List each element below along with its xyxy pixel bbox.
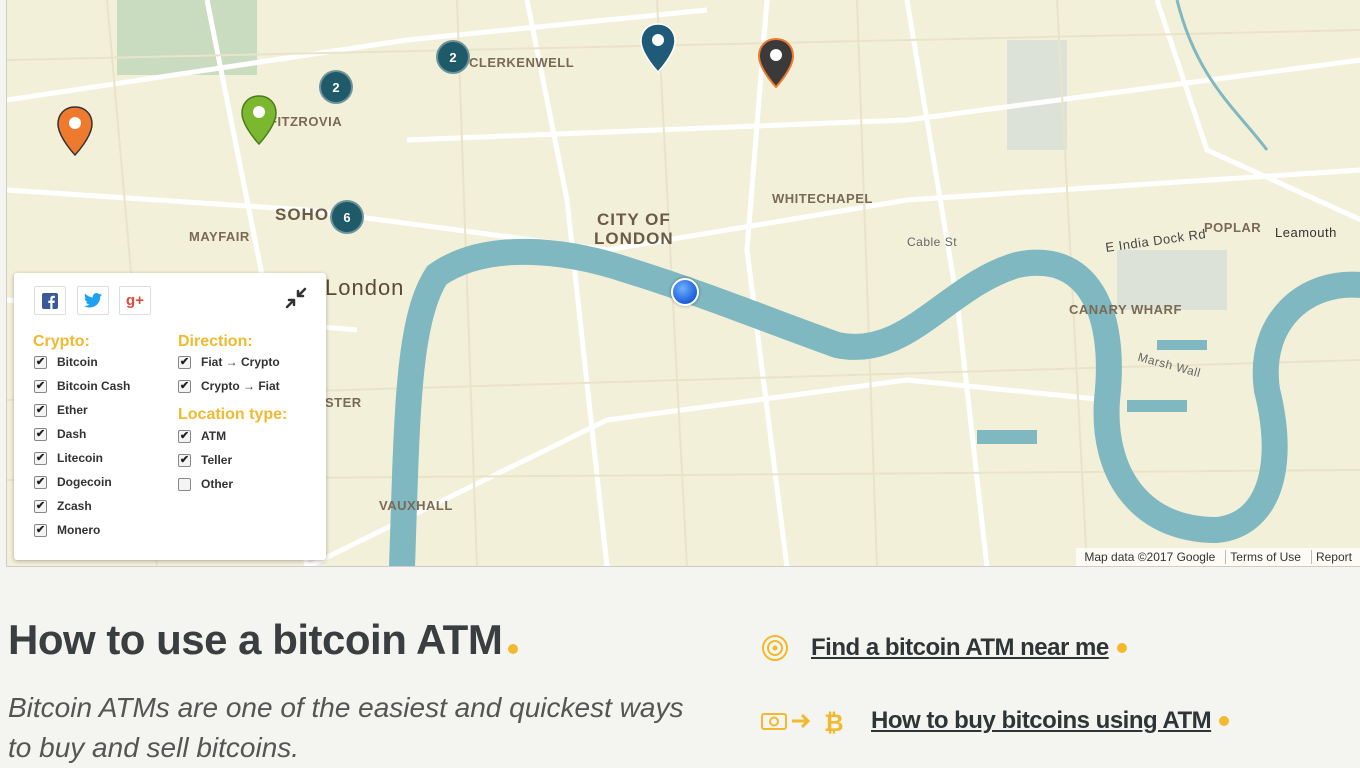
map-data-credit: Map data ©2017 Google bbox=[1084, 550, 1216, 564]
facebook-share-button[interactable] bbox=[34, 286, 66, 315]
direction-option-label: Crypto → Fiat bbox=[201, 379, 280, 393]
atm-pin-marker[interactable] bbox=[639, 22, 677, 74]
crypto-option-label: Litecoin bbox=[57, 451, 104, 465]
location-option-teller[interactable]: ✔ Teller bbox=[178, 453, 232, 467]
crypto-option-label: Bitcoin Cash bbox=[57, 379, 131, 393]
location-option-label: Teller bbox=[201, 453, 233, 467]
location-option-other[interactable]: Other bbox=[178, 477, 233, 491]
crypto-option-ether[interactable]: ✔ Ether bbox=[34, 403, 88, 417]
terms-of-use-link[interactable]: Terms of Use bbox=[1225, 550, 1305, 564]
map-label-city-london: LONDON bbox=[594, 229, 674, 248]
checkbox-checked[interactable]: ✔ bbox=[178, 355, 191, 369]
checkbox-checked[interactable]: ✔ bbox=[34, 427, 47, 441]
map-label-canary-wharf: CANARY WHARF bbox=[1069, 302, 1182, 317]
atm-pin-marker[interactable] bbox=[757, 37, 795, 89]
crypto-option-bitcoin[interactable]: ✔ Bitcoin bbox=[34, 355, 98, 369]
atm-pin-marker[interactable] bbox=[56, 105, 94, 157]
crypto-option-dash[interactable]: ✔ Dash bbox=[34, 427, 86, 441]
direction-option-fiat-to-crypto[interactable]: ✔ Fiat → Crypto bbox=[178, 355, 280, 369]
direction-section-title: Direction: bbox=[178, 333, 253, 350]
location-option-label: Other bbox=[201, 477, 234, 491]
cash-to-bitcoin-icon: ₿ bbox=[761, 710, 844, 736]
crypto-option-dogecoin[interactable]: ✔ Dogecoin bbox=[34, 475, 112, 489]
crypto-option-monero[interactable]: ✔ Monero bbox=[34, 523, 100, 537]
accent-dot bbox=[1116, 643, 1127, 653]
current-location-dot bbox=[671, 278, 699, 306]
checkbox-checked[interactable]: ✔ bbox=[34, 451, 47, 465]
svg-text:₿: ₿ bbox=[824, 710, 844, 736]
checkbox-checked[interactable]: ✔ bbox=[178, 453, 191, 467]
report-link[interactable]: Report bbox=[1310, 550, 1356, 564]
buy-bitcoin-link-row[interactable]: ₿ How to buy bitcoins using ATM bbox=[760, 706, 1230, 736]
crypto-option-label: Bitcoin bbox=[57, 355, 98, 369]
page-title: How to use a bitcoin ATM bbox=[8, 616, 519, 664]
buy-bitcoin-link[interactable]: How to buy bitcoins using ATM bbox=[871, 707, 1212, 735]
google-plus-share-button[interactable]: g+ bbox=[119, 286, 151, 315]
map-label-poplar: POPLAR bbox=[1204, 220, 1262, 235]
crypto-option-litecoin[interactable]: ✔ Litecoin bbox=[34, 451, 103, 465]
twitter-share-button[interactable] bbox=[77, 286, 109, 315]
map-label-fitzrovia: FITZROVIA bbox=[269, 114, 343, 129]
find-atm-link-row[interactable]: Find a bitcoin ATM near me bbox=[760, 633, 1127, 663]
checkbox-checked[interactable]: ✔ bbox=[34, 379, 47, 393]
cluster-count: 2 bbox=[449, 49, 457, 65]
direction-option-crypto-to-fiat[interactable]: ✔ Crypto → Fiat bbox=[178, 379, 280, 393]
checkbox-unchecked[interactable] bbox=[178, 477, 191, 491]
location-option-atm[interactable]: ✔ ATM bbox=[178, 429, 226, 443]
map-label-city-of: CITY OF bbox=[597, 210, 671, 229]
map-attribution: Map data ©2017 Google Terms of Use Repor… bbox=[1076, 548, 1360, 566]
atm-cluster-marker[interactable]: 6 bbox=[330, 200, 364, 234]
map-label-soho: SOHO bbox=[275, 205, 330, 224]
find-atm-link[interactable]: Find a bitcoin ATM near me bbox=[811, 634, 1109, 662]
intro-text: Bitcoin ATMs are one of the easiest and … bbox=[8, 692, 684, 763]
crypto-option-zcash[interactable]: ✔ Zcash bbox=[34, 499, 92, 513]
crypto-option-label: Dash bbox=[57, 427, 87, 441]
page-title-text: How to use a bitcoin ATM bbox=[8, 616, 503, 663]
crypto-option-label: Monero bbox=[57, 523, 101, 537]
checkbox-checked[interactable]: ✔ bbox=[34, 499, 47, 513]
accent-dot bbox=[508, 644, 519, 654]
crypto-option-label: Zcash bbox=[57, 499, 92, 513]
crypto-option-label: Dogecoin bbox=[57, 475, 112, 489]
atm-cluster-marker[interactable]: 2 bbox=[319, 70, 353, 104]
map-label-london: London bbox=[325, 275, 405, 300]
checkbox-checked[interactable]: ✔ bbox=[178, 429, 191, 443]
cluster-count: 2 bbox=[332, 79, 340, 95]
checkbox-checked[interactable]: ✔ bbox=[34, 475, 47, 489]
map-label-cable-st: Cable St bbox=[907, 235, 958, 249]
google-plus-icon: g+ bbox=[126, 292, 144, 309]
facebook-icon bbox=[42, 292, 58, 309]
map-label-ster: STER bbox=[325, 395, 362, 410]
atm-cluster-marker[interactable]: 2 bbox=[436, 40, 470, 74]
cluster-count: 6 bbox=[343, 209, 351, 225]
checkbox-checked[interactable]: ✔ bbox=[178, 379, 191, 393]
checkbox-checked[interactable]: ✔ bbox=[34, 403, 47, 417]
location-type-section-title: Location type: bbox=[178, 406, 288, 423]
map-label-whitechapel: WHITECHAPEL bbox=[772, 191, 873, 206]
map-label-leamouth: Leamouth bbox=[1275, 225, 1337, 240]
map-label-vauxhall: VAUXHALL bbox=[379, 498, 453, 513]
checkbox-checked[interactable]: ✔ bbox=[34, 523, 47, 537]
map-label-clerkenwell: CLERKENWELL bbox=[469, 55, 575, 70]
collapse-icon[interactable] bbox=[284, 286, 308, 310]
crypto-option-bitcoin-cash[interactable]: ✔ Bitcoin Cash bbox=[34, 379, 130, 393]
direction-option-label: Fiat → Crypto bbox=[201, 355, 280, 369]
accent-dot bbox=[1219, 716, 1230, 726]
map-label-mayfair: MAYFAIR bbox=[189, 229, 250, 244]
crypto-section-title: Crypto: bbox=[33, 333, 90, 350]
atm-pin-marker[interactable] bbox=[240, 94, 278, 146]
filter-panel: g+ Crypto: ✔ Bitcoin ✔ Bitcoin Cash ✔ Ether… bbox=[14, 273, 326, 560]
location-option-label: ATM bbox=[201, 429, 227, 443]
target-icon bbox=[762, 635, 788, 661]
checkbox-checked[interactable]: ✔ bbox=[34, 355, 47, 369]
crypto-option-label: Ether bbox=[57, 403, 88, 417]
twitter-icon bbox=[84, 293, 102, 308]
